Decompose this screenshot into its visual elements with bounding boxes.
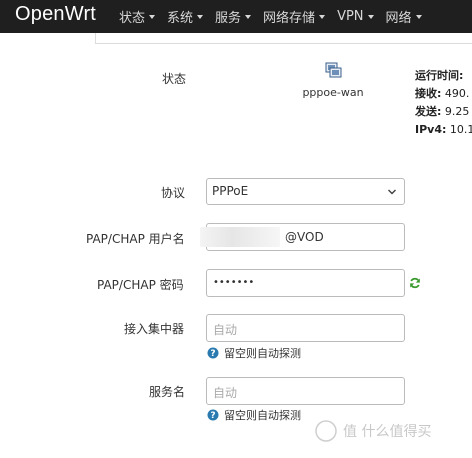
menu-vpn[interactable]: VPN — [337, 9, 374, 24]
ipv4-value: 10.1 — [449, 123, 472, 136]
service-label: 服务名 — [149, 385, 186, 399]
protocol-select[interactable]: PPPoE — [206, 178, 405, 205]
menu-services-label: 服务 — [215, 11, 242, 26]
chevron-down-icon — [388, 189, 396, 195]
service-hint: ? 留空则自动探测 — [207, 407, 301, 423]
menu-nas[interactable]: 网络存储 — [263, 7, 326, 26]
help-icon: ? — [207, 347, 219, 359]
service-hint-text: 留空则自动探测 — [224, 409, 301, 422]
svg-text:?: ? — [210, 411, 215, 421]
help-icon: ? — [207, 409, 219, 421]
menu-system-label: 系统 — [167, 11, 194, 26]
chevron-down-icon — [319, 14, 326, 19]
watermark-logo-icon — [315, 420, 337, 442]
interface-badge: pppoe-wan — [300, 62, 366, 99]
ipv4-label: IPv4: — [415, 123, 447, 136]
ac-input[interactable]: 自动 — [206, 314, 405, 342]
menu-status-label: 状态 — [119, 11, 146, 26]
chevron-down-icon — [415, 14, 422, 19]
chevron-down-icon — [367, 14, 374, 19]
uptime-label: 运行时间: — [415, 69, 464, 82]
ac-input-placeholder: 自动 — [213, 323, 238, 337]
tab-active-border — [0, 33, 96, 44]
menu-vpn-label: VPN — [337, 9, 364, 24]
ac-label: 接入集中器 — [124, 322, 185, 336]
ac-hint: ? 留空则自动探测 — [207, 345, 301, 361]
redacted-username — [200, 227, 280, 247]
ac-hint-text: 留空则自动探测 — [224, 347, 301, 360]
network-interface-icon — [325, 62, 342, 78]
rx-value: 490. — [444, 87, 470, 100]
password-input-value: ••••••• — [213, 277, 255, 288]
svg-text:?: ? — [210, 349, 215, 359]
brand-logo[interactable]: OpenWrt — [15, 3, 96, 26]
chevron-down-icon — [149, 14, 156, 19]
password-input[interactable]: ••••••• — [206, 269, 405, 297]
protocol-label: 协议 — [161, 186, 186, 200]
tab-strip-border — [95, 33, 472, 44]
password-label: PAP/CHAP 密码 — [97, 278, 184, 292]
username-label: PAP/CHAP 用户名 — [86, 232, 185, 246]
watermark: 值 什么值得买 — [315, 420, 431, 442]
tx-label: 发送: — [415, 105, 442, 118]
menu-network-label: 网络 — [385, 11, 412, 26]
rx-label: 接收: — [415, 87, 442, 100]
service-input[interactable]: 自动 — [206, 377, 405, 405]
chevron-down-icon — [245, 14, 252, 19]
interface-stats: 运行时间: 接收: 490. 发送: 9.25 IPv4: 10.1 — [415, 67, 472, 139]
service-input-placeholder: 自动 — [213, 386, 238, 400]
protocol-select-value: PPPoE — [212, 184, 249, 198]
menu-system[interactable]: 系统 — [167, 7, 204, 26]
username-input-value: @VOD — [285, 230, 324, 244]
interface-name: pppoe-wan — [302, 86, 364, 99]
menu-services[interactable]: 服务 — [215, 7, 252, 26]
reveal-password-icon[interactable] — [409, 277, 421, 289]
main-menu: 状态 系统 服务 网络存储 VPN 网络 — [119, 0, 434, 33]
menu-network[interactable]: 网络 — [386, 7, 422, 26]
tx-value: 9.25 — [444, 105, 470, 118]
menu-status[interactable]: 状态 — [119, 7, 156, 26]
chevron-down-icon — [197, 14, 204, 19]
menu-nas-label: 网络存储 — [263, 11, 316, 26]
watermark-text: 值 什么值得买 — [343, 424, 432, 440]
top-navbar: OpenWrt 状态 系统 服务 网络存储 VPN 网络 — [0, 0, 472, 33]
status-label: 状态 — [162, 72, 187, 86]
